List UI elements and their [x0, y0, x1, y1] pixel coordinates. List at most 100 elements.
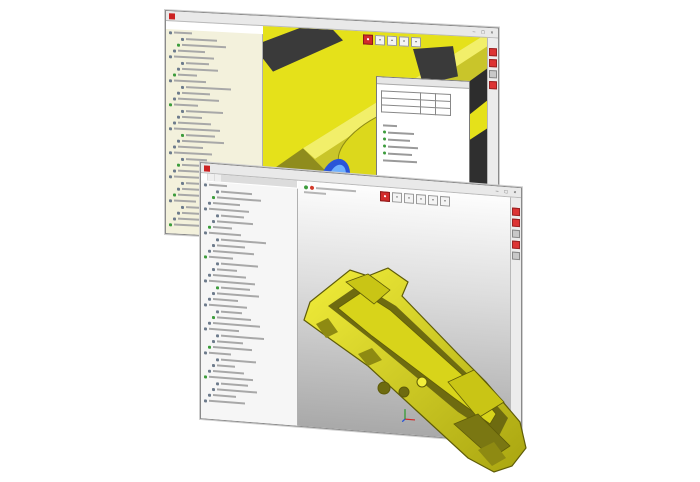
- tree-node-icon: [208, 225, 211, 229]
- side-tool-1-icon[interactable]: [512, 207, 520, 217]
- back-app-badge: [169, 12, 175, 20]
- tree-node-icon: [173, 192, 176, 197]
- tree-node-icon: [169, 30, 172, 34]
- tree-node-icon: [208, 273, 211, 277]
- record-icon[interactable]: ●: [380, 191, 390, 202]
- tree-node-icon: [204, 254, 207, 259]
- minimize-button[interactable]: –: [471, 29, 477, 35]
- tree-item-label: [178, 145, 203, 149]
- tree-node-icon: [212, 315, 215, 319]
- side-tool-2-icon[interactable]: [489, 58, 497, 68]
- maximize-button[interactable]: □: [480, 29, 486, 35]
- tree-item-label: [182, 211, 200, 215]
- side-tool-4-icon[interactable]: [489, 80, 497, 90]
- tree-node-icon: [181, 109, 184, 113]
- tree-item-label: [186, 38, 217, 42]
- measure-icon[interactable]: ▪: [404, 193, 414, 204]
- tree-item-label: [213, 394, 236, 398]
- tree-item-label: [186, 158, 207, 162]
- tree-node-icon: [208, 321, 211, 325]
- tree-node-icon: [173, 144, 176, 149]
- tree-node-icon: [204, 374, 207, 379]
- side-tool-1-icon[interactable]: [489, 47, 497, 57]
- tree-node-icon: [169, 54, 172, 58]
- tree-node-icon: [173, 168, 176, 173]
- overlay-text: [304, 191, 326, 195]
- tree-item-label: [209, 351, 231, 356]
- tree-node-icon: [216, 189, 219, 193]
- tree-item-label: [174, 199, 196, 203]
- tree-node-icon: [204, 326, 207, 331]
- tree-node-icon: [212, 387, 215, 391]
- settings-icon[interactable]: ▪: [411, 36, 421, 48]
- tree-node-icon: [177, 163, 180, 167]
- tree-item-label: [209, 399, 245, 405]
- align-icon[interactable]: ▪: [416, 193, 426, 205]
- side-tool-2-icon[interactable]: [512, 218, 520, 228]
- tree-item-label: [174, 79, 206, 84]
- tree-node-icon: [208, 369, 211, 373]
- tree-node-icon: [173, 72, 176, 77]
- tree-node-icon: [204, 350, 207, 355]
- tree-node-icon: [169, 102, 172, 106]
- front-app-badge: [204, 164, 210, 172]
- move-icon[interactable]: ▪: [375, 35, 385, 46]
- move-icon[interactable]: ▪: [392, 192, 402, 203]
- tree-node-icon: [169, 222, 172, 226]
- tree-node-icon: [216, 333, 219, 337]
- tree-node-icon: [177, 91, 180, 95]
- tree-node-icon: [169, 78, 172, 82]
- side-tool-4-icon[interactable]: [512, 240, 520, 250]
- tree-item-label: [221, 310, 242, 315]
- tree-node-icon: [173, 96, 176, 101]
- maximize-button[interactable]: □: [503, 188, 509, 194]
- tree-node-icon: [204, 182, 207, 187]
- tree-node-icon: [208, 249, 211, 253]
- front-model-tree[interactable]: [201, 181, 298, 426]
- tree-item-label: [178, 121, 211, 126]
- tree-node-icon: [212, 291, 215, 295]
- tree-node-icon: [169, 174, 172, 178]
- tree-node-icon: [216, 213, 219, 217]
- tree-item-label: [217, 268, 237, 272]
- settings-icon[interactable]: ▪: [440, 195, 450, 207]
- tree-item-label: [178, 73, 197, 77]
- tree-node-icon: [216, 285, 219, 289]
- tab-3[interactable]: [215, 174, 221, 182]
- tree-item-label: [217, 364, 235, 368]
- tree-node-icon: [204, 230, 207, 235]
- tree-node-icon: [181, 133, 184, 137]
- tree-node-icon: [204, 398, 207, 403]
- tree-node-icon: [181, 157, 184, 161]
- tree-item-label: [174, 103, 198, 107]
- table-cell: [420, 106, 436, 115]
- tree-node-icon: [204, 206, 207, 211]
- tree-node-icon: [208, 345, 211, 349]
- tab-2[interactable]: [208, 173, 214, 182]
- close-button[interactable]: ×: [489, 29, 495, 36]
- tree-node-icon: [181, 85, 184, 89]
- tree-node-icon: [212, 195, 215, 199]
- tree-node-icon: [177, 43, 180, 47]
- cad-part-model: [303, 267, 527, 473]
- cube-icon[interactable]: ▪: [428, 194, 438, 206]
- tree-node-icon: [181, 37, 184, 41]
- table-cell: [381, 104, 421, 114]
- measure-icon[interactable]: ▪: [387, 35, 397, 47]
- minimize-button[interactable]: –: [494, 188, 500, 194]
- tree-node-icon: [212, 363, 215, 367]
- align-icon[interactable]: ▪: [399, 36, 409, 47]
- tree-node-icon: [204, 302, 207, 307]
- close-button[interactable]: ×: [512, 189, 518, 195]
- tree-node-icon: [212, 267, 215, 271]
- tree-node-icon: [212, 243, 215, 247]
- tree-node-icon: [169, 198, 172, 202]
- tree-node-icon: [212, 219, 215, 223]
- tab-1[interactable]: [201, 173, 207, 181]
- record-icon[interactable]: ●: [363, 34, 373, 45]
- side-tool-5-icon[interactable]: [512, 251, 520, 261]
- side-tool-3-icon[interactable]: [512, 229, 520, 239]
- side-tool-3-icon[interactable]: [489, 69, 497, 79]
- tree-node-icon: [204, 278, 207, 283]
- status-warning-icon: [310, 185, 314, 190]
